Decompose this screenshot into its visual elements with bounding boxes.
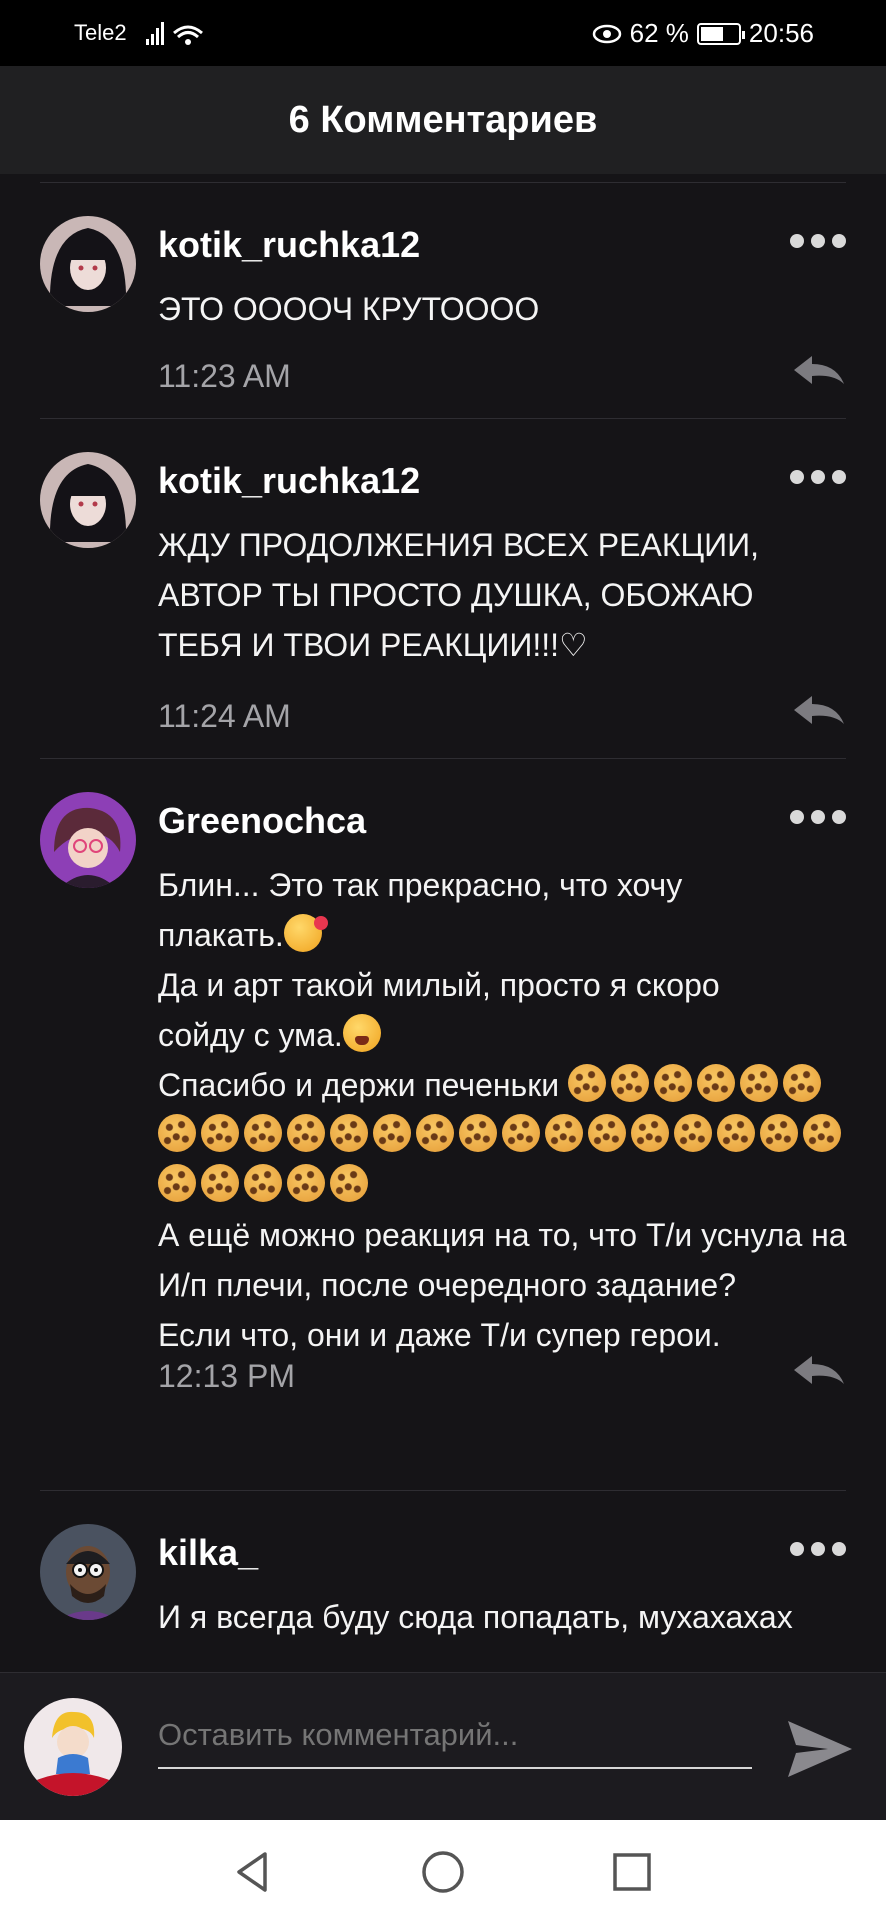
comment-text-segment: Спасибо и держи печеньки: [158, 1067, 560, 1103]
cookie-icon: [373, 1114, 411, 1152]
cookie-icon: [610, 1064, 649, 1102]
divider: [40, 1490, 846, 1491]
comment-text: ЖДУ ПРОДОЛЖЕНИЯ ВСЕХ РЕАКЦИИ, АВТОР ТЫ П…: [158, 527, 760, 663]
comment-text-line: Блин... Это так прекрасно, что хочу: [158, 867, 683, 903]
more-dots-icon[interactable]: [790, 230, 846, 252]
more-dots-icon[interactable]: [790, 806, 846, 828]
comments-header: 6 Комментариев: [0, 66, 886, 174]
avatar[interactable]: [40, 452, 136, 548]
smiling-face-with-hearts-icon: [283, 914, 328, 952]
comment-text: Блин... Это так прекрасно, что хочу плак…: [158, 860, 858, 1360]
comment-time: 11:24 AM: [158, 698, 291, 734]
nav-back-icon[interactable]: [229, 1848, 277, 1896]
avatar[interactable]: [40, 792, 136, 888]
comment-composer: [0, 1672, 886, 1820]
comment-text-line: сойду с ума.: [158, 1010, 858, 1060]
cookie-icon: [459, 1114, 497, 1152]
cookie-icon: [717, 1114, 755, 1152]
comment-text-segment: сойду с ума.: [158, 1017, 343, 1053]
comment-text-line: плакать.: [158, 910, 858, 960]
cookie-icon: [287, 1164, 325, 1202]
cookie-icon: [287, 1114, 325, 1152]
cookie-icon: [674, 1114, 712, 1152]
reply-arrow-icon[interactable]: [792, 694, 846, 728]
cookie-icon: [782, 1064, 821, 1102]
cookie-icon: [158, 1114, 196, 1152]
reply-arrow-icon[interactable]: [792, 354, 846, 388]
divider: [40, 418, 846, 419]
cookie-icon: [158, 1164, 196, 1202]
comment-time: 12:13 PM: [158, 1358, 295, 1394]
signal-wifi-icon: [146, 22, 203, 45]
comment-text-line: А ещё можно реакция на то, что Т/и уснул…: [158, 1217, 847, 1303]
page-title: 6 Комментариев: [288, 98, 598, 141]
cookie-icon: [244, 1114, 282, 1152]
cookie-icon: [653, 1064, 692, 1102]
cookie-icon: [201, 1114, 239, 1152]
comment-text: ЭТО ООООЧ КРУТОООО: [158, 291, 540, 327]
battery-icon: [696, 22, 745, 45]
cookie-icon: [631, 1114, 669, 1152]
comment-username[interactable]: Greenochca: [158, 800, 366, 842]
comment-text-line: Да и арт такой милый, просто я скоро: [158, 967, 720, 1003]
clock: 20:56: [748, 18, 814, 48]
comment-text-segment: плакать.: [158, 917, 284, 953]
divider: [40, 182, 846, 183]
nav-recents-icon[interactable]: [608, 1848, 656, 1896]
cookie-icon: [244, 1164, 282, 1202]
comment-username[interactable]: kilka_: [158, 1532, 258, 1574]
cookie-block: Спасибо и держи печеньки: [158, 1060, 858, 1210]
avatar[interactable]: [40, 216, 136, 312]
comment-time: 11:23 AM: [158, 358, 291, 394]
more-dots-icon[interactable]: [790, 1538, 846, 1560]
avatar[interactable]: [40, 1524, 136, 1620]
dizzy-face-icon: [342, 1014, 381, 1052]
system-nav-bar: [0, 1820, 886, 1920]
eye-comfort-icon: [592, 24, 621, 43]
comment-list[interactable]: kotik_ruchka12 ЭТО ООООЧ КРУТОООО 11:23 …: [0, 174, 886, 1672]
cookie-icon: [760, 1114, 798, 1152]
status-bar: Tele2 62 % 20:56: [0, 0, 886, 66]
comment-username[interactable]: kotik_ruchka12: [158, 460, 420, 502]
cookie-icon: [330, 1164, 368, 1202]
send-icon[interactable]: [784, 1717, 856, 1781]
cookie-icon: [739, 1064, 778, 1102]
nav-home-icon[interactable]: [419, 1848, 467, 1896]
comment-input[interactable]: [158, 1713, 752, 1769]
cookie-icon: [502, 1114, 540, 1152]
comment-username[interactable]: kotik_ruchka12: [158, 224, 420, 266]
cookie-icon: [201, 1164, 239, 1202]
comment-text: И я всегда буду сюда попадать, мухахахах: [158, 1599, 793, 1635]
cookie-icon: [567, 1064, 606, 1102]
cookie-icon: [803, 1114, 841, 1152]
cookie-icon: [588, 1114, 626, 1152]
cookie-icon: [545, 1114, 583, 1152]
status-right: 62 % 20:56: [592, 18, 814, 49]
more-dots-icon[interactable]: [790, 466, 846, 488]
comment-text-line: Если что, они и даже Т/и супер герои.: [158, 1317, 721, 1353]
carrier-name: Tele2: [74, 20, 127, 45]
divider: [40, 758, 846, 759]
cookie-icon: [416, 1114, 454, 1152]
reply-arrow-icon[interactable]: [792, 1354, 846, 1388]
cookie-icon: [330, 1114, 368, 1152]
battery-percent: 62 %: [629, 18, 689, 48]
my-avatar[interactable]: [24, 1698, 122, 1796]
cookie-icon: [696, 1064, 735, 1102]
